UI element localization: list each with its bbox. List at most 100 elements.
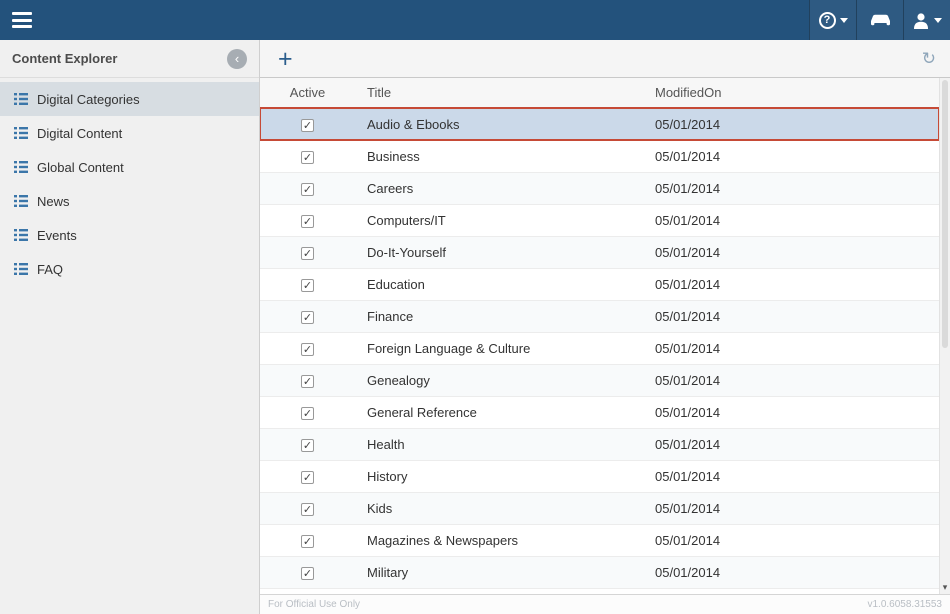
table-row[interactable]: ✓ Military05/01/2014 — [260, 556, 939, 588]
active-checkbox[interactable]: ✓ — [301, 119, 314, 132]
active-checkbox[interactable]: ✓ — [301, 247, 314, 260]
active-checkbox[interactable]: ✓ — [301, 151, 314, 164]
row-title: Education — [355, 268, 655, 300]
help-icon: ? — [819, 12, 836, 29]
active-checkbox[interactable]: ✓ — [301, 439, 314, 452]
list-icon — [14, 127, 28, 139]
row-modified-on: 05/01/2014 — [655, 204, 939, 236]
active-checkbox[interactable]: ✓ — [301, 567, 314, 580]
app-window: ? Content Explorer ‹ — [0, 0, 950, 614]
footer-classification-text: For Official Use Only — [268, 599, 360, 610]
table-row[interactable]: ✓ Computers/IT05/01/2014 — [260, 204, 939, 236]
topbar-actions: ? — [809, 0, 950, 40]
active-checkbox[interactable]: ✓ — [301, 471, 314, 484]
grid-container: Active Title ModifiedOn ✓Audio & Ebooks0… — [260, 78, 950, 594]
table-row[interactable]: ✓ Magazines & Newspapers05/01/2014 — [260, 524, 939, 556]
sidebar-nav-list: Digital Categories Digital Content Global … — [0, 82, 259, 286]
row-modified-on: 05/01/2014 — [655, 108, 939, 140]
row-title: Magazines & Newspapers — [355, 524, 655, 556]
hamburger-icon — [12, 12, 32, 15]
sidebar-item-label: Events — [37, 228, 77, 243]
active-checkbox[interactable]: ✓ — [301, 279, 314, 292]
table-row[interactable]: ✓ Business05/01/2014 — [260, 140, 939, 172]
row-title: Foreign Language & Culture — [355, 332, 655, 364]
table-row[interactable]: ✓Do-It-Yourself05/01/2014 — [260, 236, 939, 268]
row-modified-on: 05/01/2014 — [655, 268, 939, 300]
sidebar-item-label: Digital Content — [37, 126, 122, 141]
table-row[interactable]: ✓ Finance05/01/2014 — [260, 300, 939, 332]
row-title: Finance — [355, 300, 655, 332]
active-checkbox[interactable]: ✓ — [301, 215, 314, 228]
active-checkbox[interactable]: ✓ — [301, 503, 314, 516]
active-checkbox[interactable]: ✓ — [301, 343, 314, 356]
table-row[interactable]: ✓Health05/01/2014 — [260, 428, 939, 460]
row-modified-on: 05/01/2014 — [655, 556, 939, 588]
sidebar-item-digital-categories[interactable]: Digital Categories — [0, 82, 259, 116]
user-icon — [912, 12, 930, 29]
chevron-down-icon — [840, 18, 848, 23]
row-modified-on: 05/01/2014 — [655, 332, 939, 364]
chevron-down-icon — [934, 18, 942, 23]
row-modified-on: 05/01/2014 — [655, 492, 939, 524]
sidebar-header: Content Explorer ‹ — [0, 40, 259, 78]
sidebar-item-news[interactable]: News — [0, 184, 259, 218]
scrollbar-thumb[interactable] — [942, 80, 948, 348]
vehicle-button[interactable] — [856, 0, 903, 40]
active-checkbox[interactable]: ✓ — [301, 407, 314, 420]
sidebar-item-label: Global Content — [37, 160, 124, 175]
user-menu-button[interactable] — [903, 0, 950, 40]
row-modified-on: 05/01/2014 — [655, 300, 939, 332]
column-header-title[interactable]: Title — [355, 78, 655, 108]
list-icon — [14, 161, 28, 173]
help-menu-button[interactable]: ? — [809, 0, 856, 40]
row-title: Genealogy — [355, 364, 655, 396]
sidebar-item-label: Digital Categories — [37, 92, 140, 107]
list-icon — [14, 229, 28, 241]
grid-toolbar: + ↻ — [260, 40, 950, 78]
row-modified-on: 05/01/2014 — [655, 140, 939, 172]
sidebar-item-global-content[interactable]: Global Content — [0, 150, 259, 184]
row-title: General Reference — [355, 396, 655, 428]
row-modified-on: 05/01/2014 — [655, 172, 939, 204]
table-row[interactable]: ✓ Foreign Language & Culture05/01/2014 — [260, 332, 939, 364]
table-row[interactable]: ✓Audio & Ebooks05/01/2014 — [260, 108, 939, 140]
sidebar-item-label: FAQ — [37, 262, 63, 277]
column-header-active[interactable]: Active — [260, 78, 355, 108]
table-row[interactable]: ✓ Kids05/01/2014 — [260, 492, 939, 524]
scroll-down-arrow-icon[interactable]: ▾ — [940, 581, 950, 594]
sidebar-title: Content Explorer — [12, 51, 117, 66]
active-checkbox[interactable]: ✓ — [301, 535, 314, 548]
table-header: Active Title ModifiedOn — [260, 78, 939, 108]
row-title: Careers — [355, 172, 655, 204]
row-title: Computers/IT — [355, 204, 655, 236]
active-checkbox[interactable]: ✓ — [301, 311, 314, 324]
table-row[interactable]: ✓ Careers05/01/2014 — [260, 172, 939, 204]
footer-version-text: v1.0.6058.31553 — [867, 599, 942, 610]
table-row[interactable]: ✓ Education05/01/2014 — [260, 268, 939, 300]
active-checkbox[interactable]: ✓ — [301, 183, 314, 196]
table-row[interactable]: ✓ General Reference05/01/2014 — [260, 396, 939, 428]
row-title: History — [355, 460, 655, 492]
sidebar-item-digital-content[interactable]: Digital Content — [0, 116, 259, 150]
list-icon — [14, 93, 28, 105]
topbar: ? — [0, 0, 950, 40]
active-checkbox[interactable]: ✓ — [301, 375, 314, 388]
row-modified-on: 05/01/2014 — [655, 524, 939, 556]
content-area: Content Explorer ‹ Digital CategoriesDig… — [0, 40, 950, 614]
sidebar-item-faq[interactable]: FAQ — [0, 252, 259, 286]
table-body: ✓Audio & Ebooks05/01/2014✓Business05/01/… — [260, 108, 939, 588]
row-title: Military — [355, 556, 655, 588]
column-header-modifiedon[interactable]: ModifiedOn — [655, 78, 939, 108]
table-row[interactable]: ✓Genealogy05/01/2014 — [260, 364, 939, 396]
vertical-scrollbar[interactable]: ▾ — [939, 78, 950, 594]
refresh-button[interactable]: ↻ — [918, 49, 940, 69]
row-modified-on: 05/01/2014 — [655, 396, 939, 428]
add-button[interactable]: + — [270, 49, 301, 69]
sidebar-item-events[interactable]: Events — [0, 218, 259, 252]
table-row[interactable]: ✓History05/01/2014 — [260, 460, 939, 492]
row-title: Kids — [355, 492, 655, 524]
row-title: Business — [355, 140, 655, 172]
sidebar: Content Explorer ‹ Digital CategoriesDig… — [0, 40, 260, 614]
menu-button[interactable] — [12, 11, 36, 29]
collapse-sidebar-button[interactable]: ‹ — [227, 49, 247, 69]
